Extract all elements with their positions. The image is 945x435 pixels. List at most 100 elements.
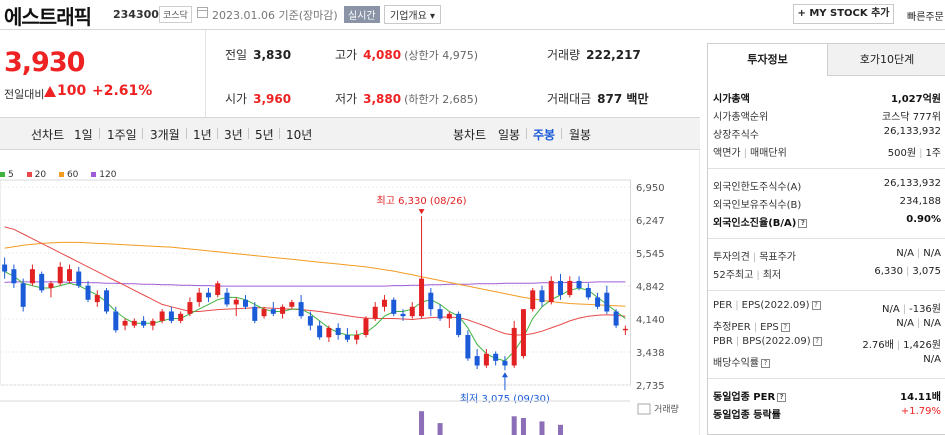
candle-body [196, 292, 202, 303]
y-tick-label: 4,842 [636, 282, 665, 293]
candle-body [57, 266, 63, 284]
period-1d[interactable]: 1일 [74, 126, 93, 143]
panel-divider [708, 378, 945, 379]
candle-body [381, 299, 387, 307]
price-divider [205, 30, 206, 118]
candle-body [335, 327, 341, 335]
period-1y[interactable]: 1년 [193, 126, 212, 143]
candle-body [233, 299, 239, 305]
volume-icon [637, 403, 651, 415]
price-chart[interactable]: 6,950 6,247 5,545 4,842 4,140 3,438 2,735 최고 6,… [0, 150, 700, 435]
row-shares: 상장주식수 26,133,932 [713, 126, 941, 141]
candle-body [66, 269, 72, 281]
company-info-dropdown[interactable]: 기업개요 ▾ [384, 5, 441, 24]
help-icon[interactable]: ? [798, 218, 808, 228]
candle-body [76, 271, 82, 286]
stock-name: 에스트래픽 [4, 5, 92, 29]
candle-body [326, 327, 332, 338]
y-tick-label: 4,140 [636, 315, 665, 326]
period-10y[interactable]: 10년 [286, 126, 312, 143]
candle-body [391, 299, 397, 314]
candle-body [122, 320, 128, 326]
row-foreign-hold: 외국인보유주식수(B) 234,188 [713, 196, 941, 211]
row-per-eps: PER | EPS(2022.09)? N/A | -136원 [713, 300, 941, 315]
help-icon[interactable]: ? [777, 392, 787, 402]
panel-divider [708, 238, 945, 239]
candle-monthly[interactable]: 월봉 [569, 126, 591, 143]
calendar-icon [197, 7, 208, 18]
realtime-button[interactable]: 실시간 [344, 6, 380, 23]
volume-bar [437, 423, 443, 435]
trade-amount: 거래대금 877 백만 [547, 92, 649, 106]
candle-body [576, 280, 582, 288]
period-3y[interactable]: 3년 [224, 126, 243, 143]
current-price: 3,930 [4, 47, 85, 78]
candle-body [354, 334, 360, 340]
candle-body [474, 356, 480, 366]
change-label: 전일대비 [4, 88, 45, 101]
candle-body [289, 302, 295, 307]
candle-body [20, 283, 26, 307]
candle-body [187, 302, 193, 314]
period-5y[interactable]: 5년 [255, 126, 274, 143]
candle-body [2, 264, 8, 272]
separator [217, 128, 218, 139]
candle-body [419, 278, 425, 317]
row-industry-rate: 동일업종 등락률 +1.79% [713, 406, 941, 421]
y-tick-label: 5,545 [636, 249, 665, 260]
candle-body [446, 313, 452, 319]
candle-body [363, 318, 369, 335]
candle-body [558, 280, 564, 296]
candle-body [29, 269, 35, 284]
candle-body [437, 309, 443, 319]
change-value: 100 [57, 83, 87, 99]
header-divider [0, 29, 945, 30]
candle-body [520, 309, 526, 357]
help-icon[interactable]: ? [761, 358, 770, 368]
quick-order-link[interactable]: 빠른주문 [907, 8, 944, 23]
candle-weekly[interactable]: 주봉 [533, 126, 555, 143]
volume-bar [511, 416, 517, 435]
row-foreign-ratio: 외국인소진율(B/A)? 0.90% [713, 214, 941, 229]
candle-body [483, 353, 489, 366]
volume: 거래량 222,217 [547, 48, 641, 62]
day-low: 저가 3,880 (하한가 2,685) [335, 92, 478, 106]
candle-chart-label: 봉차트 [453, 128, 487, 142]
row-dividend: 배당수익률? N/A [713, 354, 941, 369]
candle-body [243, 299, 249, 307]
tab-orderbook[interactable]: 호가10단계 [827, 44, 945, 76]
row-mcap-rank: 시가총액순위 코스닥 777위 [713, 112, 941, 123]
up-triangle-icon [44, 86, 56, 97]
panel-divider [708, 168, 945, 169]
period-1w[interactable]: 1주일 [107, 126, 137, 143]
candle-body [372, 306, 378, 319]
help-icon[interactable]: ? [812, 336, 822, 346]
help-icon[interactable]: ? [811, 300, 821, 310]
candle-body [465, 334, 471, 359]
row-foreign-limit: 외국인한도주식수(A) 26,133,932 [713, 178, 941, 193]
help-icon[interactable]: ? [780, 322, 790, 332]
candle-body [604, 292, 610, 312]
candle-body [131, 320, 137, 326]
candle-body [252, 306, 258, 321]
candle-body [298, 302, 304, 317]
line-chart-label: 선차트 [31, 128, 65, 142]
volume-bar [539, 421, 545, 435]
period-3m[interactable]: 3개월 [150, 126, 180, 143]
candle-daily[interactable]: 일봉 [498, 126, 520, 143]
prev-close: 전일 3,830 [225, 48, 292, 62]
tab-invest-info[interactable]: 투자정보 [708, 44, 827, 76]
candle-body [539, 290, 545, 303]
invest-info-panel: 투자정보 호가10단계 시가총액 1,027억원 시가총액순위 코스닥 777위 상… [707, 43, 945, 435]
candle-body [178, 313, 184, 321]
candle-body [511, 327, 517, 366]
change-percent: +2.61% [92, 83, 153, 99]
my-stock-add-button[interactable]: + MY STOCK 추가 [793, 4, 894, 24]
candle-body [400, 313, 406, 317]
ma120-line [4, 281, 626, 287]
separator [526, 128, 527, 139]
y-tick-label: 3,438 [636, 348, 665, 359]
candle-body [613, 311, 619, 326]
high-arrow [418, 209, 425, 215]
stock-header: 에스트래픽 234300 코스닥 2023.01.06 기준(장마감) 실시간 … [0, 0, 945, 30]
